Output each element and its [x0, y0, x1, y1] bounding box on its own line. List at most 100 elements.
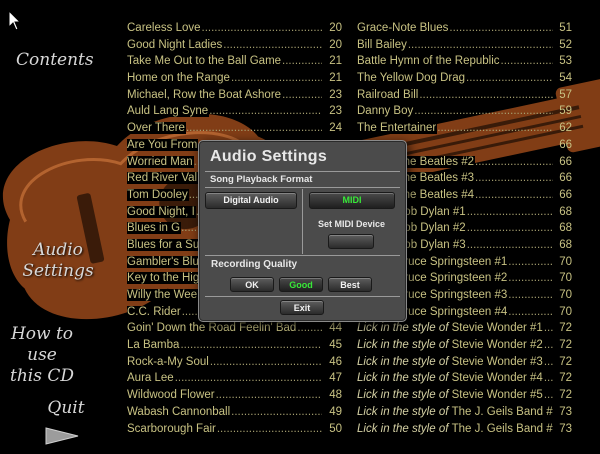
song-name: Red River Val	[127, 172, 198, 185]
toc-row[interactable]: Home on the Range.......................…	[127, 70, 342, 87]
song-name: Rock-a-My Soul	[127, 355, 209, 368]
set-midi-device-button[interactable]	[328, 234, 374, 249]
song-title-text: Key to the Hig	[127, 272, 201, 285]
song-title-text: Are You From	[127, 138, 199, 151]
song-title: Railroad Bill...........................…	[357, 87, 553, 104]
song-title-text: Lick in the style of The J. Geils Band #…	[357, 405, 553, 418]
toc-row[interactable]: Take Me Out to the Ball Game............…	[127, 53, 342, 70]
song-title: Lick in the style of Stevie Wonder #5...…	[357, 387, 553, 404]
toc-row[interactable]: Rock-a-My Soul..........................…	[127, 354, 342, 371]
page-number: 72	[559, 322, 572, 335]
song-title: Lick in the style of Stevie Wonder #1...…	[357, 320, 553, 337]
quality-good-button[interactable]: Good	[279, 277, 323, 292]
mouse-cursor-icon	[8, 10, 22, 31]
toc-row[interactable]: Wildwood Flower.........................…	[127, 387, 342, 404]
song-name: Home on the Range	[127, 72, 230, 85]
page-number: 53	[559, 55, 572, 68]
toc-row[interactable]: Scarborough Fair........................…	[127, 421, 342, 438]
page-number: 21	[329, 55, 342, 68]
lick-style-prefix: Lick in the style of	[357, 322, 452, 335]
page-number: 68	[559, 205, 572, 218]
song-title: Goin' Down the Road Feelin' Bad.........…	[127, 320, 322, 337]
song-title-text: Lick in the style of Stevie Wonder #4	[357, 372, 544, 385]
song-name: Tom Dooley	[127, 188, 188, 201]
toc-row[interactable]: The Yellow Dog Drag.....................…	[357, 70, 572, 87]
page-number: 52	[559, 38, 572, 51]
song-title-text: Battle Hymn of the Republic	[357, 55, 501, 68]
play-arrow-icon[interactable]	[45, 426, 79, 446]
toc-row[interactable]: Danny Boy...............................…	[357, 103, 572, 120]
toc-row[interactable]: Wabash Cannonball.......................…	[127, 404, 342, 421]
toc-row[interactable]: Goin' Down the Road Feelin' Bad.........…	[127, 320, 342, 337]
toc-row[interactable]: Lick in the style of The J. Geils Band #…	[357, 404, 572, 421]
leader-dots: ........................................…	[209, 105, 322, 118]
song-name: Careless Love	[127, 22, 201, 34]
song-name: Bruce Springsteen #1	[396, 255, 508, 268]
nav-audio-settings-line2: Settings	[22, 261, 94, 281]
song-title-text: Danny Boy	[357, 105, 415, 118]
page-number: 73	[559, 405, 572, 418]
song-name: The Yellow Dog Drag	[357, 72, 466, 85]
song-title-text: Good Night, I	[127, 205, 196, 218]
song-name: The Beatles #3	[396, 172, 474, 185]
toc-row[interactable]: Lick in the style of Stevie Wonder #2...…	[357, 337, 572, 354]
recording-quality-label: Recording Quality	[211, 259, 298, 270]
toc-row[interactable]: Lick in the style of Stevie Wonder #4...…	[357, 370, 572, 387]
digital-audio-button[interactable]: Digital Audio	[205, 192, 297, 209]
song-name: Bruce Springsteen #2	[396, 272, 508, 285]
leader-dots: ........................................…	[209, 355, 322, 368]
nav-how-to-use-line2: this CD	[10, 366, 74, 386]
nav-quit[interactable]: Quit	[40, 398, 92, 419]
nav-contents[interactable]: Contents	[16, 50, 94, 71]
quality-ok-button[interactable]: OK	[230, 277, 274, 292]
toc-row[interactable]: Michael, Row the Boat Ashore............…	[127, 87, 342, 104]
leader-dots: ........................................…	[466, 238, 553, 251]
song-name: Danny Boy	[357, 105, 414, 118]
toc-row[interactable]: Battle Hymn of the Republic.............…	[357, 53, 572, 70]
leader-dots: ........................................…	[449, 22, 553, 34]
page-number: 45	[329, 339, 342, 352]
dialog-title: Audio Settings	[210, 148, 328, 165]
toc-row[interactable]: Lick in the style of Stevie Wonder #5...…	[357, 387, 572, 404]
toc-row[interactable]: Aura Lee................................…	[127, 370, 342, 387]
toc-row[interactable]: Lick in the style of Stevie Wonder #3...…	[357, 354, 572, 371]
toc-row[interactable]: Lick in the style of The J. Geils Band #…	[357, 421, 572, 438]
toc-row[interactable]: Auld Lang Syne..........................…	[127, 103, 342, 120]
page-number: 24	[329, 122, 342, 135]
song-title-text: Goin' Down the Road Feelin' Bad	[127, 322, 298, 335]
exit-button[interactable]: Exit	[280, 300, 324, 315]
toc-row[interactable]: Careless Love...........................…	[127, 20, 342, 37]
song-name: The J. Geils Band #1	[451, 405, 553, 418]
toc-row[interactable]: Railroad Bill...........................…	[357, 87, 572, 104]
page-number: 44	[329, 322, 342, 335]
toc-row[interactable]: Over There..............................…	[127, 120, 342, 137]
song-title-text: Bill Bailey	[357, 38, 408, 51]
toc-row[interactable]: Grace-Note Blues........................…	[357, 20, 572, 37]
app-screen: Contents Audio Settings How to use this …	[0, 0, 600, 454]
toc-row[interactable]: Good Night Ladies.......................…	[127, 37, 342, 54]
toc-row[interactable]: Lick in the style of Stevie Wonder #1...…	[357, 320, 572, 337]
song-name: Key to the Hig	[127, 272, 200, 285]
song-title-text: Lick in the style of The J. Geils Band #…	[357, 422, 553, 435]
song-name: Willy the Wee	[127, 289, 198, 301]
song-title-text: Red River Val	[127, 172, 199, 185]
song-name: Worried Man	[127, 155, 193, 168]
toc-row[interactable]: The Entertainer.........................…	[357, 120, 572, 137]
nav-how-to-use-line1: How to use	[10, 324, 74, 365]
midi-button[interactable]: MIDI	[309, 192, 395, 209]
page-number: 21	[329, 72, 342, 85]
nav-audio-settings[interactable]: Audio Settings	[18, 240, 98, 282]
nav-how-to-use[interactable]: How to use this CD	[0, 324, 84, 387]
page-number: 70	[559, 255, 572, 268]
song-title-text: The Entertainer	[357, 122, 438, 135]
song-title: Careless Love...........................…	[127, 20, 322, 37]
song-name: The Beatles #4	[396, 188, 474, 201]
toc-row[interactable]: La Bamba................................…	[127, 337, 342, 354]
leader-dots: ........................................…	[466, 72, 553, 85]
song-title: La Bamba................................…	[127, 337, 322, 354]
toc-row[interactable]: Bill Bailey.............................…	[357, 37, 572, 54]
page-number: 72	[559, 389, 572, 402]
page-number: 48	[329, 389, 342, 402]
quality-best-button[interactable]: Best	[328, 277, 372, 292]
page-number: 46	[329, 355, 342, 368]
